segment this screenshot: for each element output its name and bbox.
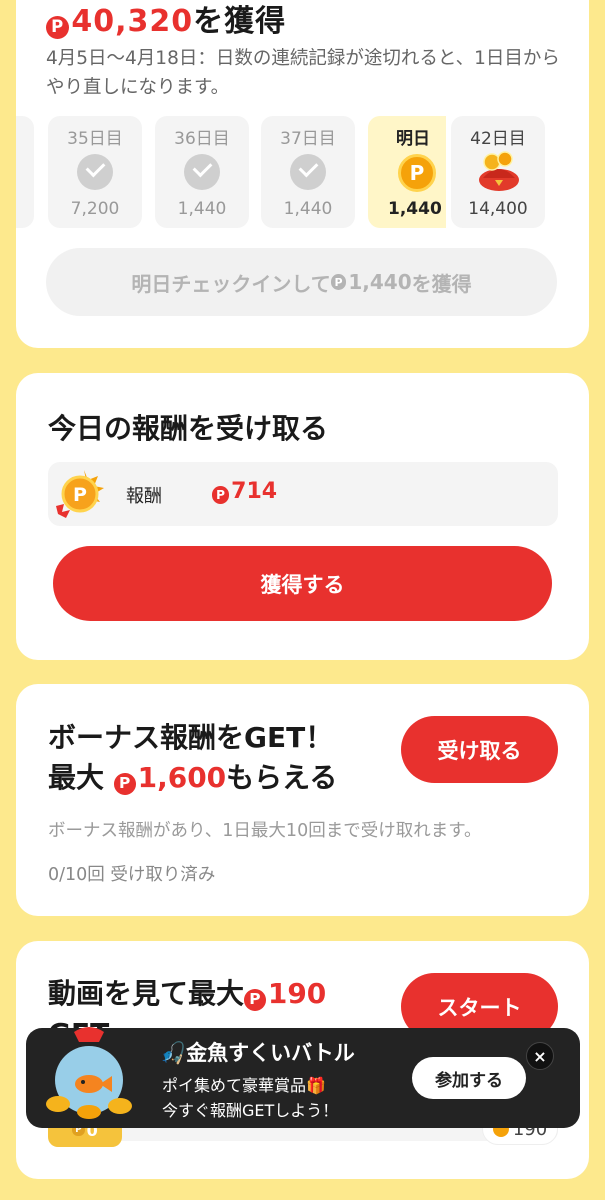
bonus-card: ボーナス報酬をGET！ 最大 P 1,600もらえる 受け取る ボーナス報酬があり…	[16, 684, 589, 916]
coin-icon: P	[398, 154, 436, 192]
day-amount: 14,400	[468, 199, 528, 219]
day-amount: 1,440	[283, 199, 333, 219]
streak-card: P 40,320を獲得 4月5日〜4月18日：日数の連続記録が途切れると、1日目か…	[16, 0, 589, 348]
point-icon: P	[113, 772, 136, 795]
close-icon[interactable]: ×	[526, 1042, 554, 1070]
check-icon	[77, 154, 113, 190]
day-tile-partial	[16, 116, 34, 228]
point-icon: P	[244, 988, 266, 1011]
bonus-description: ボーナス報酬があり、1日最大10回まで受け取れます。	[48, 821, 482, 841]
day-tile: 37日目 1,440	[261, 116, 355, 228]
day-tile: 36日目 1,440	[155, 116, 249, 228]
day-label: 42日目	[470, 129, 526, 149]
daily-reward-title: 今日の報酬を受け取る	[48, 412, 329, 445]
point-icon: P	[330, 274, 347, 290]
day-label: 37日目	[280, 129, 336, 149]
checkin-tomorrow-button[interactable]: 明日チェックインして P 1,440 を獲得	[46, 248, 557, 316]
day-tile-bonus: 42日目 14,400	[451, 116, 545, 228]
receive-bonus-button[interactable]: 受け取る	[401, 716, 558, 783]
coin-burst-icon: P	[56, 470, 104, 518]
join-button[interactable]: 参加する	[412, 1057, 526, 1099]
goldfish-bag-icon	[46, 1027, 132, 1119]
point-icon: P	[46, 15, 70, 40]
day-tile-tomorrow: 明日 P 1,440	[368, 116, 446, 228]
streak-days-strip[interactable]: 35日目 7,200 36日目 1,440 37日目 1,440 明日 P 1,…	[16, 116, 589, 230]
get-reward-button[interactable]: 獲得する	[53, 546, 552, 621]
banner-title: 🎣金魚すくいバトル	[160, 1041, 355, 1065]
day-amount: 7,200	[70, 199, 120, 219]
svg-text:P: P	[73, 484, 87, 506]
day-label: 35日目	[67, 129, 123, 149]
lucky-bag-icon	[479, 151, 519, 191]
day-tile: 35日目 7,200	[48, 116, 142, 228]
goldfish-battle-banner[interactable]: 🎣金魚すくいバトル ポイ集めて豪華賞品🎁 今すぐ報酬GETしよう！ 参加する ×	[26, 1027, 580, 1128]
streak-title: P 40,320を獲得	[46, 0, 286, 40]
reward-label: 報酬	[126, 486, 162, 507]
reward-value: P 714	[212, 479, 277, 504]
bonus-title: ボーナス報酬をGET！ 最大 P 1,600もらえる	[48, 721, 338, 795]
check-icon	[290, 154, 326, 190]
point-icon: P	[212, 486, 230, 504]
day-amount: 1,440	[388, 199, 442, 219]
banner-line2: 今すぐ報酬GETしよう！	[162, 1101, 339, 1120]
streak-description: 4月5日〜4月18日：日数の連続記録が途切れると、1日目からやり直しになります。	[46, 48, 560, 98]
day-label: 明日	[396, 129, 430, 149]
day-amount: 1,440	[177, 199, 227, 219]
bonus-progress: 0/10回 受け取り済み	[48, 865, 216, 885]
check-icon	[184, 154, 220, 190]
reward-row: P 報酬 P 714	[48, 462, 558, 526]
daily-reward-card: 今日の報酬を受け取る P 報酬 P 714 獲得する	[16, 373, 589, 660]
banner-line1: ポイ集めて豪華賞品🎁	[162, 1076, 326, 1095]
day-label: 36日目	[174, 129, 230, 149]
